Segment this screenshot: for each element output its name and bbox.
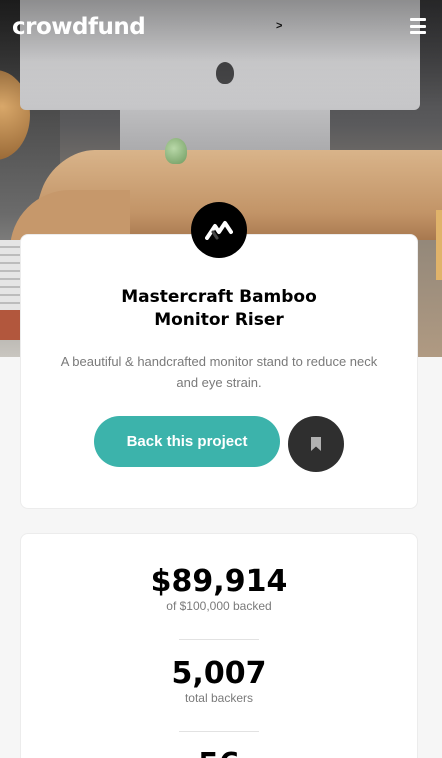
- site-logo[interactable]: crowdfund: [12, 14, 146, 40]
- backers-count: 5,007: [171, 656, 267, 691]
- bookmark-icon: [311, 437, 321, 451]
- stat-backers: 5,007 total backers: [20, 656, 418, 706]
- stray-glyph: >: [276, 20, 283, 32]
- project-title: Mastercraft Bamboo Monitor Riser: [20, 286, 418, 332]
- project-title-line-2: Monitor Riser: [154, 310, 284, 330]
- project-title-line-1: Mastercraft Bamboo: [121, 287, 317, 307]
- days-left-count: 56: [20, 748, 418, 758]
- backers-label: total backers: [184, 691, 254, 705]
- stat-days-left: 56: [20, 748, 418, 758]
- divider: [179, 639, 259, 640]
- divider: [179, 731, 259, 732]
- page: crowdfund > Mastercraft Bamboo Monitor R…: [0, 0, 442, 758]
- stat-backed: $89,914 of $100,000 backed: [20, 564, 418, 614]
- backed-amount: $89,914: [150, 564, 288, 599]
- backed-label: of $100,000 backed: [166, 599, 272, 613]
- mastercraft-logo-icon: [191, 202, 247, 258]
- back-project-button[interactable]: Back this project: [94, 416, 280, 467]
- bookmark-button[interactable]: [288, 416, 344, 472]
- hamburger-icon[interactable]: [410, 18, 426, 34]
- project-description: A beautiful & handcrafted monitor stand …: [60, 354, 378, 390]
